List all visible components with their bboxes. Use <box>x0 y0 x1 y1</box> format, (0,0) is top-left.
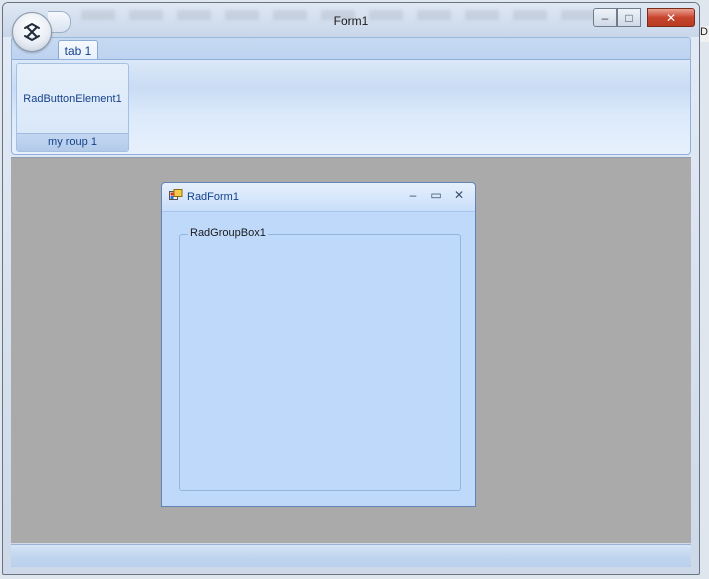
ribbon-tab-strip: tab 1 <box>11 37 691 61</box>
background-window-edge: D <box>700 26 709 42</box>
maximize-button[interactable]: □ <box>617 8 641 27</box>
form-icon <box>169 189 183 200</box>
group-caption: my roup 1 <box>17 133 128 151</box>
rad-button-label: RadButtonElement1 <box>23 93 122 105</box>
child-title-bar[interactable]: RadForm1 – ▭ ✕ <box>162 183 475 212</box>
telerik-logo-icon <box>24 23 40 41</box>
child-form: RadForm1 – ▭ ✕ RadGroupBox1 <box>161 182 476 507</box>
child-form-title: RadForm1 <box>187 191 239 203</box>
child-maximize-button[interactable]: ▭ <box>428 188 444 202</box>
child-minimize-button[interactable]: – <box>405 188 421 202</box>
minimize-button[interactable]: – <box>593 8 617 27</box>
child-close-button[interactable]: ✕ <box>451 188 467 202</box>
rad-button-element-1[interactable]: RadButtonElement1 <box>17 64 128 134</box>
group-box-label: RadGroupBox1 <box>188 227 268 239</box>
application-menu-button[interactable] <box>12 12 52 52</box>
rad-group-box-1: RadGroupBox1 <box>179 227 461 491</box>
ribbon-body: RadButtonElement1 my roup 1 <box>11 59 691 155</box>
ribbon-group-1: RadButtonElement1 my roup 1 <box>16 63 129 152</box>
status-strip <box>11 544 691 567</box>
close-button[interactable]: ✕ <box>647 8 695 27</box>
mdi-client-area: RadForm1 – ▭ ✕ RadGroupBox1 <box>11 157 691 543</box>
tab-1[interactable]: tab 1 <box>58 40 98 61</box>
main-window: Form1 – □ ✕ tab 1 RadButtonElement1 my r… <box>2 2 700 575</box>
title-bar[interactable]: Form1 – □ ✕ <box>3 3 699 37</box>
